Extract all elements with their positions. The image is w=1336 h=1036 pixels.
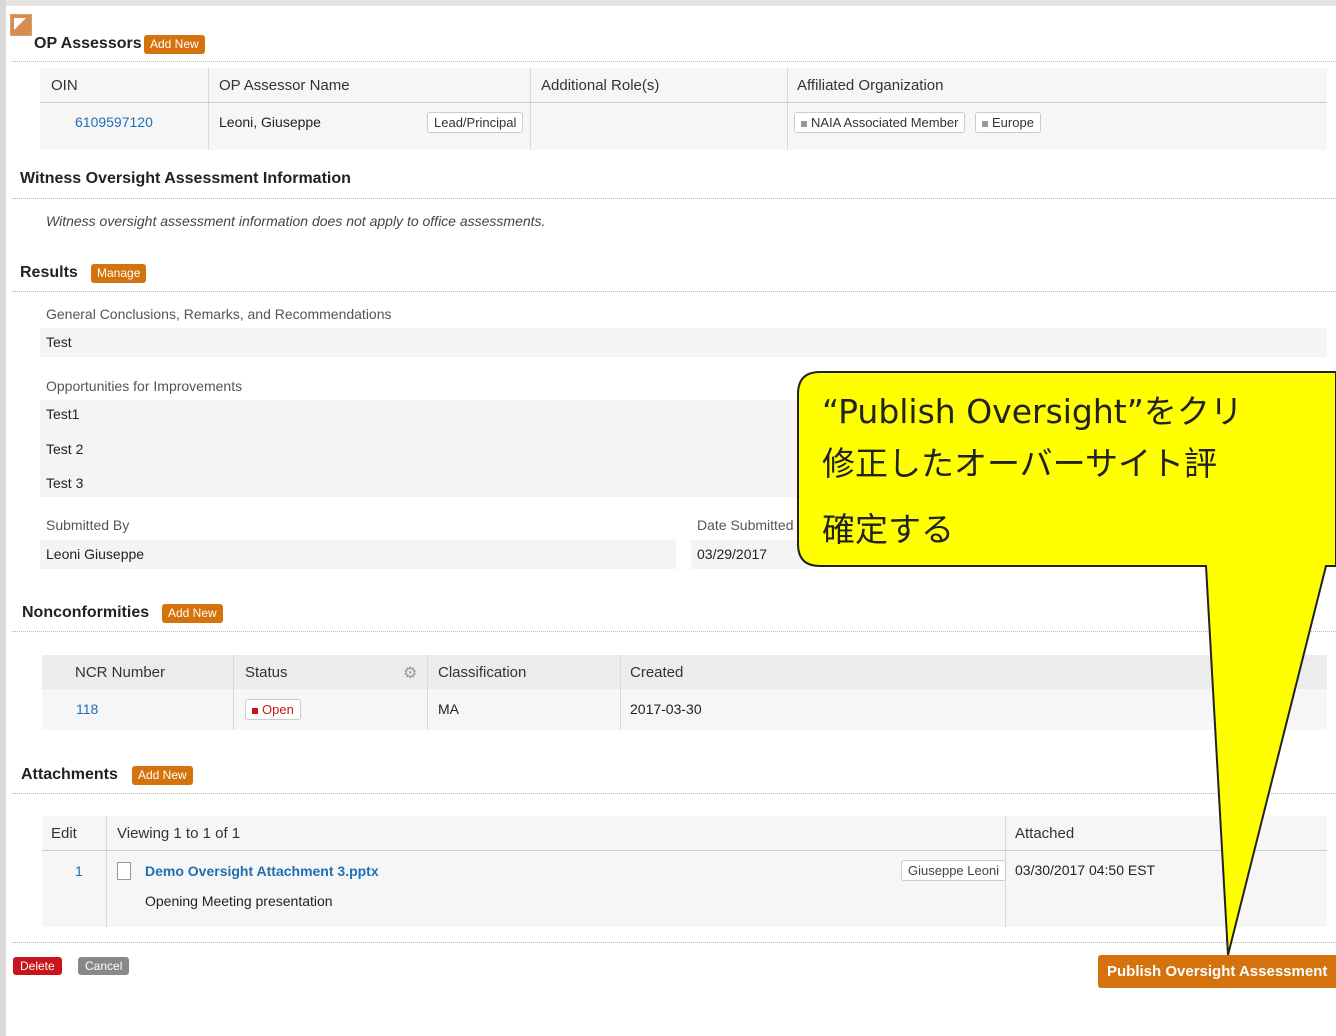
callout-line-3: 確定する [822, 510, 954, 549]
callout-line-2: 修正したオーバーサイト評 [822, 444, 1218, 483]
callout-line-1: “Publish Oversight”をクリ [822, 392, 1243, 431]
callout-annotation [797, 371, 1336, 956]
